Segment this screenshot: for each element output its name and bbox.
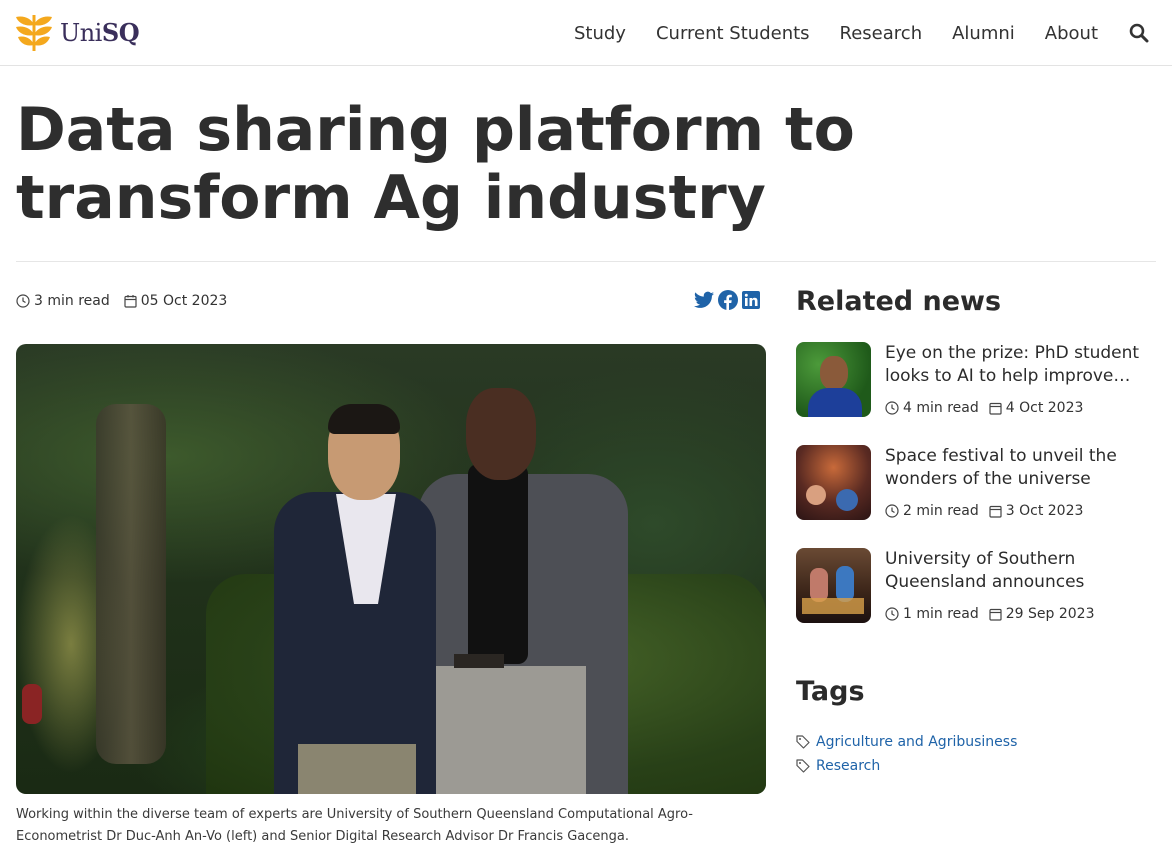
- news-title[interactable]: University of Southern Queensland announ…: [885, 548, 1153, 594]
- calendar-icon: [124, 295, 137, 308]
- news-thumbnail[interactable]: [796, 342, 871, 417]
- tag-icon: [796, 759, 810, 773]
- news-thumbnail[interactable]: [796, 445, 871, 520]
- news-meta: 4 min read 4 Oct 2023: [885, 400, 1093, 416]
- read-time: 3 min read: [16, 293, 110, 309]
- calendar-icon: [989, 608, 1002, 621]
- nav-study[interactable]: Study: [574, 23, 626, 44]
- nav-about[interactable]: About: [1045, 23, 1098, 44]
- news-thumbnail[interactable]: [796, 548, 871, 623]
- news-meta: 1 min read 29 Sep 2023: [885, 606, 1104, 622]
- facebook-icon[interactable]: [718, 290, 738, 310]
- related-news-item[interactable]: Eye on the prize: PhD student looks to A…: [796, 342, 1156, 418]
- search-icon[interactable]: [1128, 22, 1150, 44]
- title-divider: [16, 261, 1156, 262]
- article-meta: 3 min read 05 Oct 2023: [16, 293, 241, 309]
- related-news-item[interactable]: University of Southern Queensland announ…: [796, 548, 1156, 624]
- clock-icon: [885, 607, 899, 621]
- page-title: Data sharing platform to transform Ag in…: [16, 95, 855, 233]
- nav-alumni[interactable]: Alumni: [952, 23, 1015, 44]
- share-links: [694, 290, 764, 310]
- nav-research[interactable]: Research: [840, 23, 923, 44]
- tags-heading: Tags: [796, 676, 865, 707]
- tag-link[interactable]: Agriculture and Agribusiness: [796, 734, 1017, 750]
- related-news-heading: Related news: [796, 286, 1002, 317]
- news-title[interactable]: Space festival to unveil the wonders of …: [885, 445, 1153, 491]
- nav-current-students[interactable]: Current Students: [656, 23, 810, 44]
- unisq-logo[interactable]: UniSQ: [14, 10, 140, 54]
- linkedin-icon[interactable]: [742, 291, 760, 309]
- news-title[interactable]: Eye on the prize: PhD student looks to A…: [885, 342, 1153, 388]
- publish-date: 05 Oct 2023: [124, 293, 227, 309]
- calendar-icon: [989, 402, 1002, 415]
- clock-icon: [16, 294, 30, 308]
- image-caption: Working within the diverse team of exper…: [16, 807, 693, 844]
- tag-icon: [796, 735, 810, 749]
- hero-image: [16, 344, 766, 794]
- related-news-item[interactable]: Space festival to unveil the wonders of …: [796, 445, 1156, 521]
- site-header: UniSQ Study Current Students Research Al…: [0, 0, 1172, 66]
- clock-icon: [885, 504, 899, 518]
- clock-icon: [885, 401, 899, 415]
- unisq-logo-mark-icon: [16, 15, 52, 52]
- news-meta: 2 min read 3 Oct 2023: [885, 503, 1093, 519]
- logo-wordmark: UniSQ: [60, 17, 140, 47]
- calendar-icon: [989, 505, 1002, 518]
- twitter-icon[interactable]: [694, 291, 714, 309]
- tag-link[interactable]: Research: [796, 758, 880, 774]
- main-nav: Study Current Students Research Alumni A…: [544, 0, 1172, 66]
